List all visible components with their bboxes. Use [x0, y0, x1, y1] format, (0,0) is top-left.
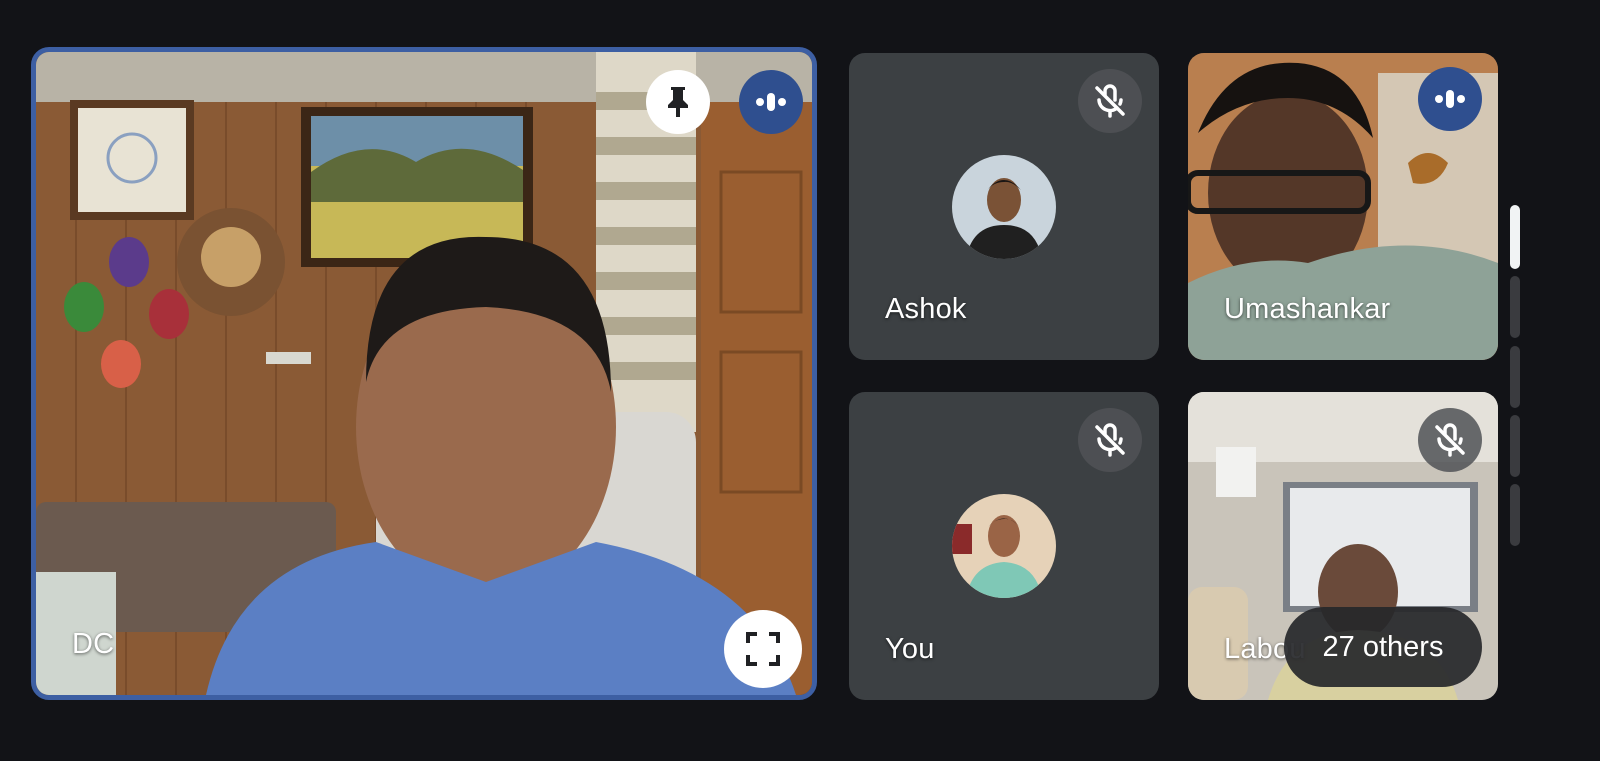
mic-off-indicator: [1078, 69, 1142, 133]
participant-tile-you[interactable]: You: [849, 392, 1159, 700]
fullscreen-icon: [746, 632, 780, 666]
participant-tile-umashankar[interactable]: Umashankar: [1188, 53, 1498, 360]
speaking-indicator: [1418, 67, 1482, 131]
scrollbar-thumb[interactable]: [1510, 205, 1520, 269]
pin-button[interactable]: [646, 70, 710, 134]
scrollbar-segment: [1510, 415, 1520, 477]
video-feed: [36, 52, 812, 695]
mic-off-icon: [1095, 84, 1125, 118]
scrollbar-segment: [1510, 346, 1520, 408]
scrollbar-segment: [1510, 484, 1520, 546]
mic-off-indicator: [1418, 408, 1482, 472]
participant-name: DC: [72, 628, 115, 660]
avatar: [952, 494, 1056, 598]
participant-name: Umashankar: [1224, 293, 1391, 325]
mic-off-icon: [1435, 423, 1465, 457]
participant-tile-ashok[interactable]: Ashok: [849, 53, 1159, 360]
mic-off-icon: [1095, 423, 1125, 457]
participant-name: Ashok: [885, 293, 967, 325]
speaking-indicator-icon: [1435, 90, 1465, 108]
others-chip[interactable]: 27 others: [1284, 607, 1482, 687]
pin-icon: [668, 87, 688, 117]
fullscreen-button[interactable]: [724, 610, 802, 688]
scrollbar-segment: [1510, 276, 1520, 338]
speaking-indicator: [739, 70, 803, 134]
participant-name: You: [885, 633, 935, 665]
speaking-indicator-icon: [756, 93, 786, 111]
avatar: [952, 154, 1056, 259]
mic-off-indicator: [1078, 408, 1142, 472]
main-video-tile[interactable]: DC: [31, 47, 817, 700]
